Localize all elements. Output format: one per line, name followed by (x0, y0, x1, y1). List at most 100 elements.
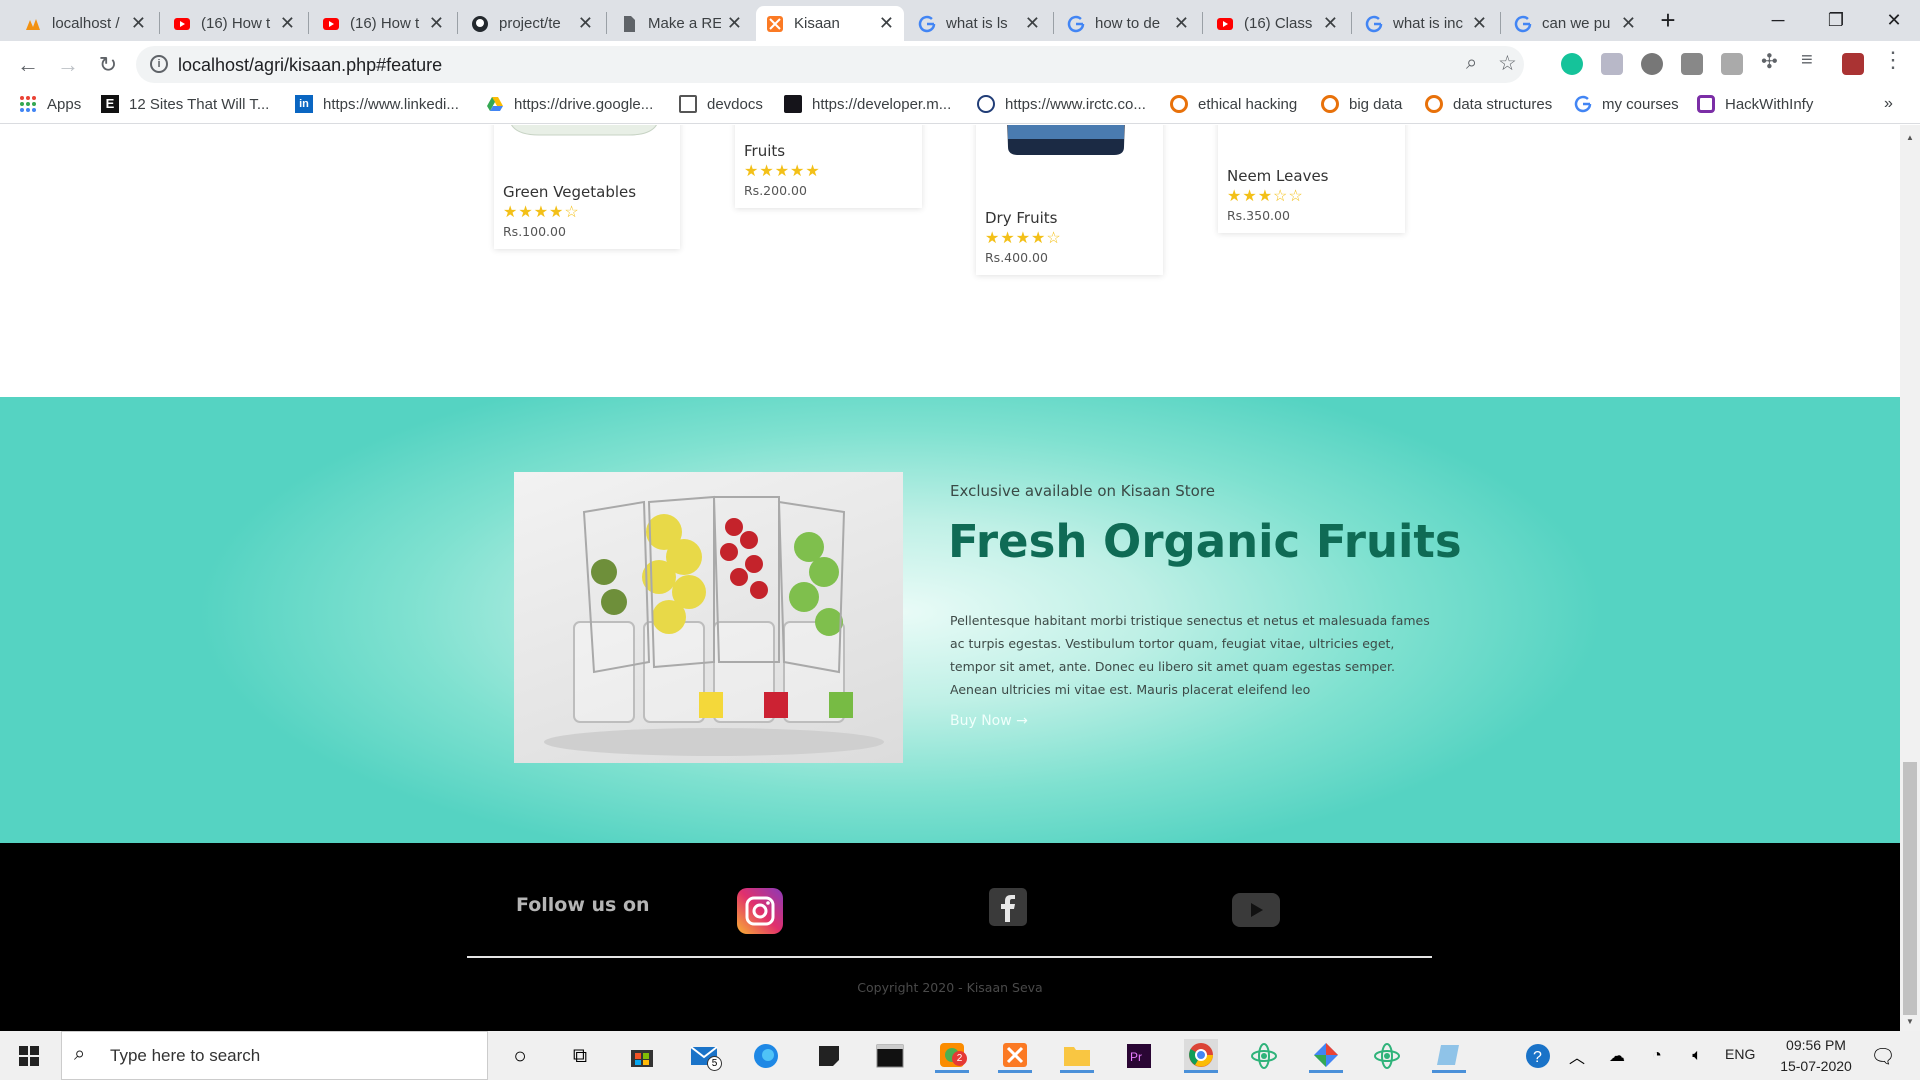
xampp-icon[interactable] (998, 1039, 1032, 1073)
address-bar[interactable]: i localhost/agri/kisaan.php#feature ⌕ ☆ (136, 46, 1524, 83)
tab-github[interactable]: project/te ✕ (461, 6, 603, 41)
notifications-icon[interactable]: 🗨︎ (1866, 1039, 1900, 1073)
product-card-neem-leaves[interactable]: Neem Leaves ★★★☆☆ Rs.350.00 (1218, 125, 1405, 233)
tab-youtube-1[interactable]: (16) How t ✕ (163, 6, 305, 41)
file-explorer-icon[interactable] (1060, 1039, 1094, 1073)
language-indicator[interactable]: ENG (1725, 1046, 1755, 1062)
back-arrow-icon[interactable]: ← (12, 49, 44, 81)
zoom-icon[interactable]: ⌕ (1466, 52, 1477, 75)
bookmark-mdn[interactable]: https://developer.m... (784, 95, 951, 113)
bookmark-star-icon[interactable]: ☆ (1498, 51, 1517, 76)
premiere-pro-icon[interactable]: Pr (1122, 1039, 1156, 1073)
tab-kisaan[interactable]: Kisaan ✕ (756, 6, 904, 41)
tab-localhost[interactable]: localhost / ✕ (14, 6, 156, 41)
close-icon[interactable]: ✕ (1323, 13, 1338, 34)
bookmark-label: ethical hacking (1198, 95, 1298, 113)
instagram-icon[interactable] (737, 888, 783, 934)
youtube-icon (173, 15, 191, 33)
scroll-up-arrow-icon[interactable]: ▲ (1906, 133, 1914, 142)
help-icon[interactable]: ? (1521, 1039, 1555, 1073)
product-card-fruits[interactable]: Fruits ★★★★★ Rs.200.00 (735, 125, 922, 208)
menu-dots-icon[interactable]: ⋮ (1882, 47, 1904, 72)
bookmark-my-courses[interactable]: my courses (1574, 95, 1679, 113)
wifi-icon[interactable]: ◔ (1640, 1039, 1674, 1073)
reader-ext-icon[interactable] (1721, 53, 1743, 75)
tab-google-3[interactable]: what is inc ✕ (1355, 6, 1497, 41)
bookmark-linkedin[interactable]: in https://www.linkedi... (295, 95, 459, 113)
whatsapp-icon[interactable]: 2 (935, 1039, 969, 1073)
bookmarks-overflow-icon[interactable]: » (1884, 95, 1893, 113)
close-icon[interactable]: ✕ (429, 13, 444, 34)
tab-youtube-2[interactable]: (16) How t ✕ (312, 6, 454, 41)
windows-start-icon[interactable] (12, 1039, 46, 1073)
tab-google-1[interactable]: what is ls ✕ (908, 6, 1050, 41)
onedrive-icon[interactable]: ☁ (1600, 1039, 1634, 1073)
bookmark-hackwithinfy[interactable]: HackWithInfy (1697, 95, 1813, 113)
close-icon[interactable]: ✕ (1174, 13, 1189, 34)
close-icon[interactable]: ✕ (1025, 13, 1040, 34)
bookmark-data-structures[interactable]: data structures (1425, 95, 1552, 113)
media-queue-icon[interactable]: ≡ (1801, 49, 1823, 71)
notepad-icon[interactable] (1432, 1039, 1466, 1073)
close-icon[interactable]: ✕ (131, 13, 146, 34)
bookmark-label: 12 Sites That Will T... (129, 95, 270, 113)
scroll-down-arrow-icon[interactable]: ▼ (1906, 1017, 1914, 1026)
minimize-icon[interactable]: ─ (1748, 0, 1808, 41)
close-icon[interactable]: ✕ (879, 13, 894, 34)
bookmark-big-data[interactable]: big data (1321, 95, 1402, 113)
buy-now-link[interactable]: Buy Now → (950, 713, 1028, 729)
tab-google-2[interactable]: how to de ✕ (1057, 6, 1199, 41)
product-card-green-vegetables[interactable]: Green Vegetables ★★★★☆ Rs.100.00 (494, 125, 680, 249)
task-view-icon[interactable]: ⧉ (563, 1039, 597, 1073)
app-diamond-icon[interactable] (1309, 1039, 1343, 1073)
avatar[interactable] (1842, 53, 1864, 75)
bookmark-12-sites[interactable]: E 12 Sites That Will T... (101, 95, 269, 113)
page-scrollbar[interactable]: ▲ ▼ (1900, 125, 1920, 1031)
facebook-icon[interactable] (989, 888, 1027, 926)
taskbar-search-box[interactable]: ⌕ Type here to search (61, 1031, 488, 1080)
clock[interactable]: 09:56 PM 15-07-2020 (1770, 1035, 1862, 1077)
close-icon[interactable]: ✕ (280, 13, 295, 34)
bookmark-ethical-hacking[interactable]: ethical hacking (1170, 95, 1297, 113)
grammarly-icon[interactable] (1561, 53, 1583, 75)
restore-icon[interactable]: ❐ (1806, 0, 1866, 41)
product-card-dry-fruits[interactable]: Dry Fruits ★★★★☆ Rs.400.00 (976, 125, 1163, 275)
product-price: Rs.200.00 (744, 183, 807, 198)
bookmark-devdocs[interactable]: devdocs (679, 95, 763, 113)
google-icon (1067, 15, 1085, 33)
puzzle-icon[interactable]: ✣ (1761, 49, 1783, 73)
chevron-up-icon[interactable]: ︿ (1560, 1039, 1594, 1073)
chrome-icon[interactable] (1184, 1039, 1218, 1073)
bug-ext-icon[interactable] (1641, 53, 1663, 75)
atom-icon-2[interactable] (1370, 1039, 1404, 1073)
close-icon[interactable]: ✕ (727, 13, 742, 34)
atom-icon[interactable] (1247, 1039, 1281, 1073)
window-close-icon[interactable]: ✕ (1864, 0, 1920, 41)
tab-google-4[interactable]: can we pu ✕ (1504, 6, 1646, 41)
tb-ext-icon[interactable] (1681, 53, 1703, 75)
tab-youtube-3[interactable]: (16) Class ✕ (1206, 6, 1348, 41)
youtube-icon[interactable] (1232, 893, 1280, 927)
terminal-icon[interactable] (873, 1039, 907, 1073)
translate-ext-icon[interactable] (1601, 53, 1623, 75)
close-icon[interactable]: ✕ (1472, 13, 1487, 34)
url-text[interactable]: localhost/agri/kisaan.php#feature (178, 55, 442, 76)
cortana-icon[interactable]: ○ (503, 1039, 537, 1073)
bookmark-apps[interactable]: Apps (19, 95, 81, 113)
info-icon[interactable]: i (150, 55, 168, 73)
promo-body: Pellentesque habitant morbi tristique se… (950, 613, 1430, 697)
new-tab-icon[interactable]: + (1640, 0, 1696, 41)
store-icon[interactable] (625, 1039, 659, 1073)
close-icon[interactable]: ✕ (578, 13, 593, 34)
sticky-notes-icon[interactable] (812, 1039, 846, 1073)
close-icon[interactable]: ✕ (1621, 13, 1636, 34)
forward-arrow-icon[interactable]: → (52, 49, 84, 81)
tab-document[interactable]: Make a RE ✕ (610, 6, 752, 41)
reload-icon[interactable]: ↻ (92, 49, 124, 81)
bookmark-irctc[interactable]: https://www.irctc.co... (977, 95, 1146, 113)
mail-icon[interactable]: 5 (688, 1039, 722, 1073)
scrollbar-thumb[interactable] (1903, 762, 1917, 1015)
volume-icon[interactable]: 🔈︎ (1680, 1039, 1714, 1073)
bookmark-drive[interactable]: https://drive.google... (486, 95, 653, 113)
edge-icon[interactable] (749, 1039, 783, 1073)
